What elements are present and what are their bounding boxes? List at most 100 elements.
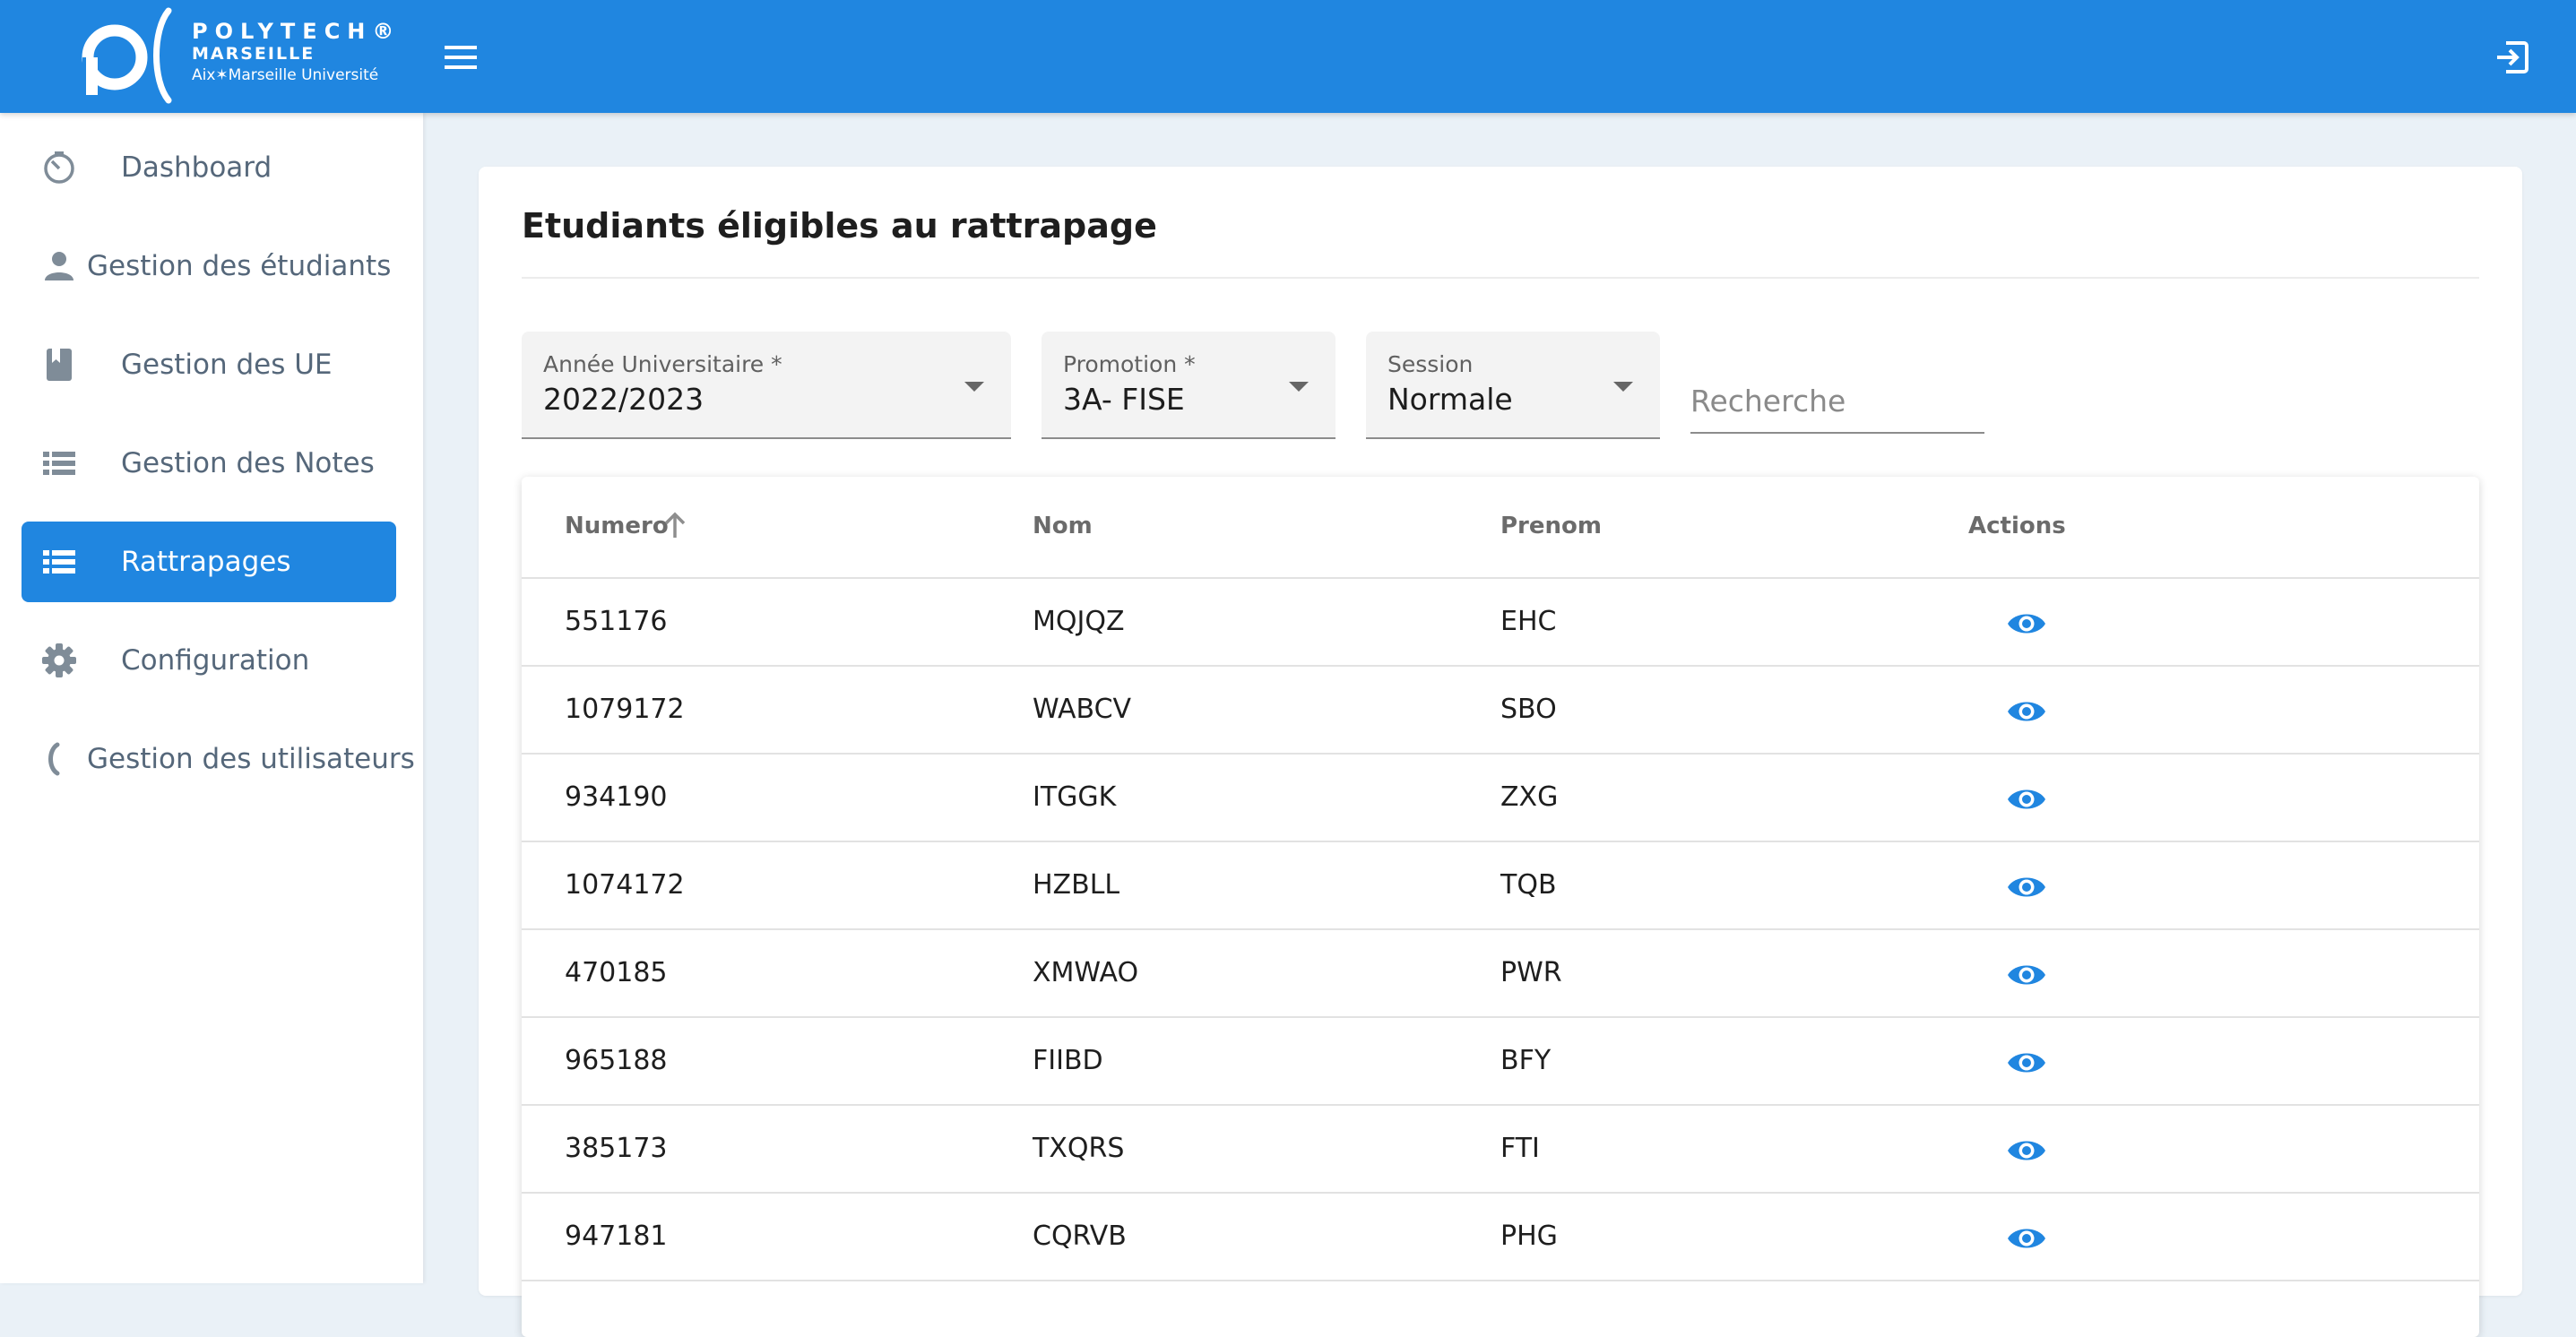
cell-numero: 947181	[565, 1221, 668, 1252]
annee-universitaire-label: Année Universitaire *	[543, 351, 782, 377]
cell-numero: 470185	[565, 957, 668, 988]
table-row: 470185 XMWAO PWR	[522, 930, 2479, 1018]
cell-numero: 1079172	[565, 694, 685, 725]
cell-nom: FIIBD	[1033, 1045, 1103, 1076]
user-manage-icon	[48, 742, 60, 776]
sidebar-item-rattrapages[interactable]: Rattrapages	[22, 522, 396, 602]
logo-line-marseille: MARSEILLE	[192, 44, 316, 64]
sidebar-item-label: Gestion des étudiants	[87, 250, 392, 282]
sidebar-item-label: Configuration	[121, 644, 310, 677]
chevron-down-icon	[964, 382, 984, 392]
sidebar-item-gestion-utilisateurs[interactable]: Gestion des utilisateurs	[22, 719, 415, 799]
chevron-down-icon	[1289, 382, 1309, 392]
rattrapage-card: Etudiants éligibles au rattrapage Année …	[479, 167, 2522, 1337]
logout-button[interactable]	[2490, 36, 2533, 79]
logo-line-university: Aix✶Marseille Université	[192, 66, 379, 84]
column-header-numero[interactable]: Numero	[565, 512, 686, 539]
view-details-button[interactable]	[2006, 1042, 2047, 1083]
page-title: Etudiants éligibles au rattrapage	[522, 206, 1157, 246]
sort-arrow-up-icon[interactable]	[661, 511, 688, 539]
cell-numero: 385173	[565, 1133, 668, 1164]
table-row: 934190 ITGGK ZXG	[522, 755, 2479, 842]
cell-nom: CQRVB	[1033, 1221, 1127, 1252]
view-details-button[interactable]	[2006, 1130, 2047, 1171]
table-row: 1074172 HZBLL TQB	[522, 842, 2479, 930]
cell-prenom: TQB	[1500, 869, 1557, 901]
cell-prenom: SBO	[1500, 694, 1557, 725]
sidebar-item-gestion-notes[interactable]: Gestion des Notes	[22, 423, 396, 504]
session-label: Session	[1387, 351, 1474, 377]
table-row: 1079172 WABCV SBO	[522, 667, 2479, 755]
eye-icon	[2008, 614, 2045, 634]
view-details-button[interactable]	[2006, 954, 2047, 996]
menu-icon	[445, 46, 477, 69]
sidebar-item-configuration[interactable]: Configuration	[22, 620, 396, 701]
column-header-prenom[interactable]: Prenom	[1500, 513, 1602, 539]
eye-icon	[2008, 702, 2045, 721]
cell-nom: HZBLL	[1033, 869, 1120, 901]
annee-universitaire-select[interactable]: Année Universitaire * 2022/2023	[522, 332, 1011, 439]
students-table: Numero Nom Prenom Actions 551176 MQJQZ EHC…	[522, 477, 2479, 1337]
table-row: 965188 FIIBD BFY	[522, 1018, 2479, 1106]
view-details-button[interactable]	[2006, 603, 2047, 644]
eye-icon	[2008, 877, 2045, 897]
menu-button[interactable]	[439, 36, 482, 79]
eye-icon	[2008, 789, 2045, 809]
cell-nom: WABCV	[1033, 694, 1132, 725]
polytech-logo: POLYTECH® MARSEILLE Aix✶Marseille Univer…	[79, 7, 393, 104]
logout-icon	[2497, 41, 2528, 73]
cell-numero: 965188	[565, 1045, 668, 1076]
book-icon	[47, 349, 72, 381]
gear-icon	[42, 643, 76, 677]
sidebar-item-label: Gestion des UE	[121, 349, 333, 381]
table-row: 551176 MQJQZ EHC	[522, 579, 2479, 667]
view-details-button[interactable]	[2006, 867, 2047, 908]
cell-numero: 934190	[565, 781, 668, 813]
cell-nom: MQJQZ	[1033, 606, 1125, 637]
promotion-value: 3A- FISE	[1063, 382, 1185, 417]
cell-prenom: ZXG	[1500, 781, 1559, 813]
table-header: Numero Nom Prenom Actions	[522, 477, 2479, 579]
cell-prenom: FTI	[1500, 1133, 1540, 1164]
eye-icon	[2008, 1053, 2045, 1073]
session-value: Normale	[1387, 382, 1513, 417]
table-row: 947181 CQRVB PHG	[522, 1194, 2479, 1281]
search-input[interactable]	[1690, 384, 1977, 418]
sidebar-item-label: Dashboard	[121, 151, 272, 184]
sidebar-item-label: Rattrapages	[121, 546, 291, 578]
list-icon	[43, 452, 75, 475]
sidebar-item-label: Gestion des Notes	[121, 447, 375, 479]
sidebar-item-dashboard[interactable]: Dashboard	[22, 127, 396, 208]
search-field[interactable]	[1690, 364, 1984, 434]
column-header-label: Numero	[565, 513, 669, 539]
cell-nom: TXQRS	[1033, 1133, 1125, 1164]
cell-prenom: BFY	[1500, 1045, 1552, 1076]
column-header-nom[interactable]: Nom	[1033, 513, 1093, 539]
title-divider	[522, 277, 2479, 279]
sidebar-item-gestion-ue[interactable]: Gestion des UE	[22, 324, 396, 405]
eye-icon	[2008, 965, 2045, 985]
eye-icon	[2008, 1229, 2045, 1248]
dashboard-timer-icon	[44, 151, 74, 184]
list-icon	[43, 550, 75, 574]
view-details-button[interactable]	[2006, 1218, 2047, 1259]
cell-numero: 551176	[565, 606, 668, 637]
sidebar-nav: Dashboard Gestion des étudiants Gestion …	[0, 113, 423, 1283]
view-details-button[interactable]	[2006, 691, 2047, 732]
cell-nom: XMWAO	[1033, 957, 1139, 988]
column-header-actions: Actions	[1968, 513, 2066, 539]
eye-icon	[2008, 1141, 2045, 1160]
sidebar-item-gestion-etudiants[interactable]: Gestion des étudiants	[22, 226, 396, 306]
polytech-logo-mark	[82, 7, 172, 104]
top-app-bar: POLYTECH® MARSEILLE Aix✶Marseille Univer…	[0, 0, 2576, 113]
person-icon	[45, 252, 73, 280]
annee-universitaire-value: 2022/2023	[543, 382, 705, 417]
promotion-label: Promotion *	[1063, 351, 1196, 377]
logo-wordmark: POLYTECH® MARSEILLE Aix✶Marseille Univer…	[192, 20, 401, 86]
cell-prenom: PWR	[1500, 957, 1562, 988]
cell-prenom: PHG	[1500, 1221, 1558, 1252]
view-details-button[interactable]	[2006, 779, 2047, 820]
promotion-select[interactable]: Promotion * 3A- FISE	[1042, 332, 1336, 439]
session-select[interactable]: Session Normale	[1366, 332, 1660, 439]
cell-prenom: EHC	[1500, 606, 1557, 637]
